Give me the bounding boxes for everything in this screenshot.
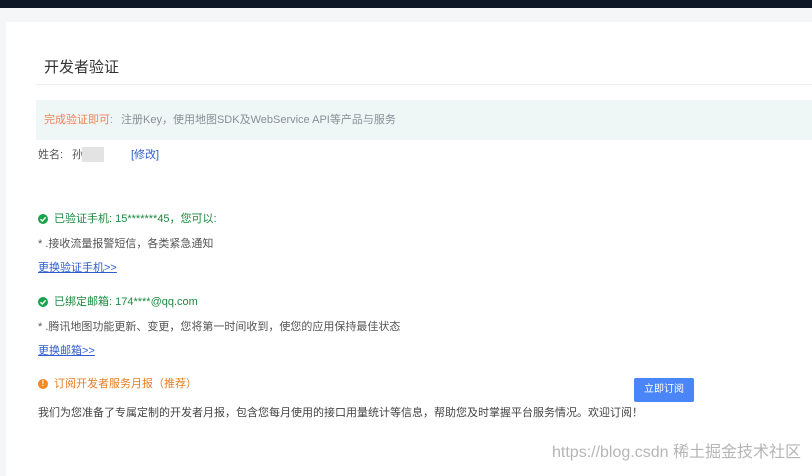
- report-description: 我们为您准备了专属定制的开发者月报，包含您每月使用的接口用量统计等信息，帮助您及…: [38, 407, 643, 419]
- edit-name-link[interactable]: [修改]: [131, 147, 159, 163]
- watermark: https://blog.csdn 稀土掘金技术社区: [552, 444, 801, 461]
- subscribe-button[interactable]: 立即订阅: [634, 378, 694, 402]
- exclamation-circle-icon: !: [38, 379, 48, 389]
- check-circle-icon: [38, 297, 48, 307]
- change-email-link[interactable]: 更换邮箱>>: [38, 342, 95, 358]
- notice-highlight: 完成验证即可:: [44, 114, 114, 126]
- divider: [36, 84, 812, 85]
- phone-benefit-text: * .接收流量报警短信，各类紧急通知: [38, 238, 214, 250]
- change-phone-link[interactable]: 更换验证手机>>: [38, 259, 117, 275]
- name-label: 姓名:: [38, 149, 64, 161]
- page-title: 开发者验证: [44, 59, 120, 76]
- name-redaction: [82, 147, 104, 162]
- top-bar: [0, 0, 812, 8]
- email-benefit-text: * .腾讯地图功能更新、变更，您将第一时间收到，使您的应用保持最佳状态: [38, 321, 401, 333]
- phone-status-text: 已验证手机: 15*******45，您可以:: [54, 213, 217, 225]
- notice-text: 注册Key，使用地图SDK及WebService API等产品与服务: [121, 114, 396, 126]
- email-status-text: 已绑定邮箱: 174****@qq.com: [54, 296, 198, 308]
- report-title: 订阅开发者服务月报（推荐）: [54, 378, 197, 390]
- check-circle-icon: [38, 214, 48, 224]
- info-notice: 完成验证即可: 注册Key，使用地图SDK及WebService API等产品与…: [36, 100, 812, 140]
